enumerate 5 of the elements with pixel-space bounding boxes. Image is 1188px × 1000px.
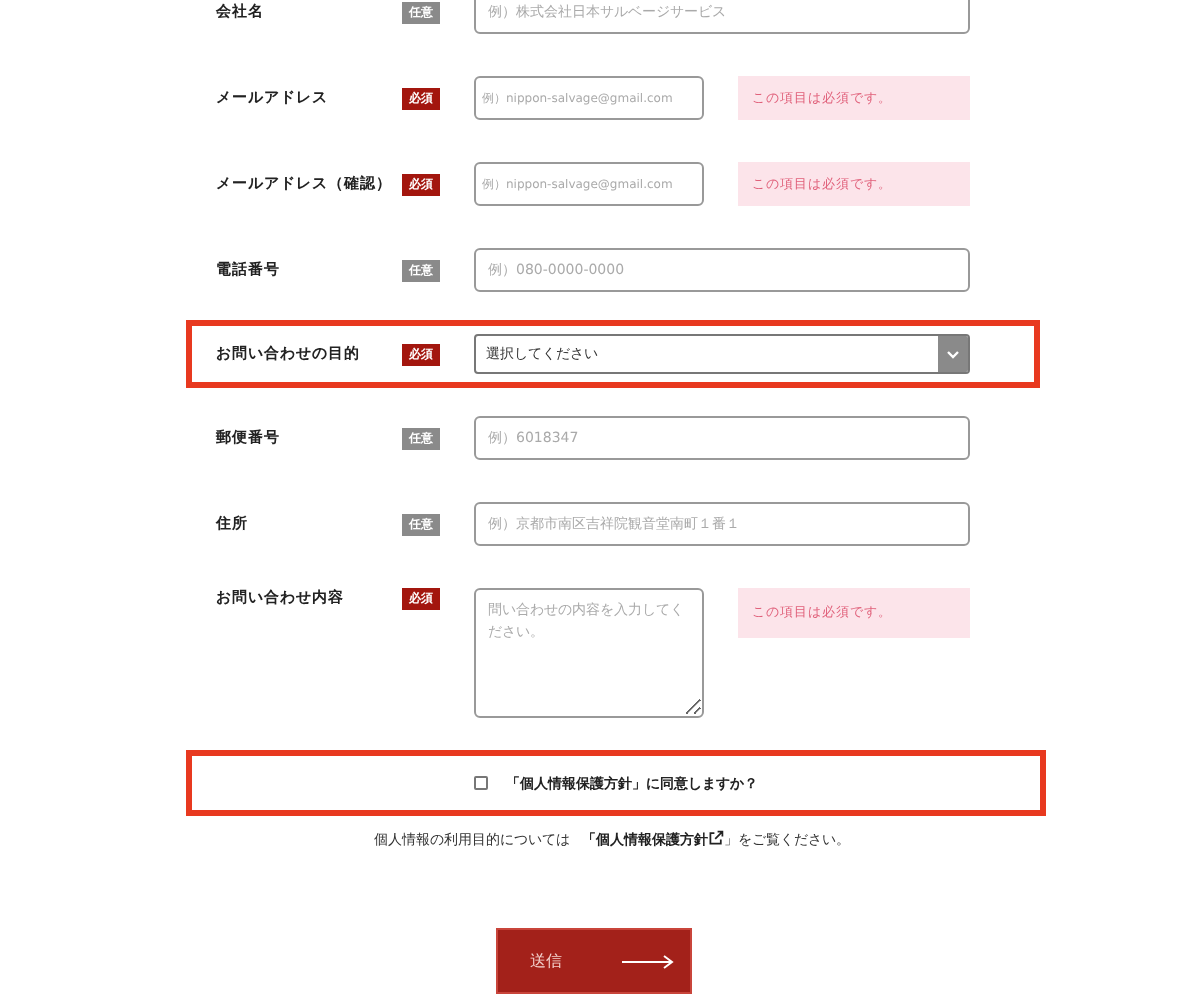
chevron-down-icon bbox=[938, 336, 968, 372]
submit-button[interactable]: 送信 bbox=[496, 928, 692, 994]
checkbox[interactable] bbox=[474, 776, 488, 790]
arrow-right-icon bbox=[622, 953, 674, 969]
external-link-icon bbox=[708, 830, 724, 846]
